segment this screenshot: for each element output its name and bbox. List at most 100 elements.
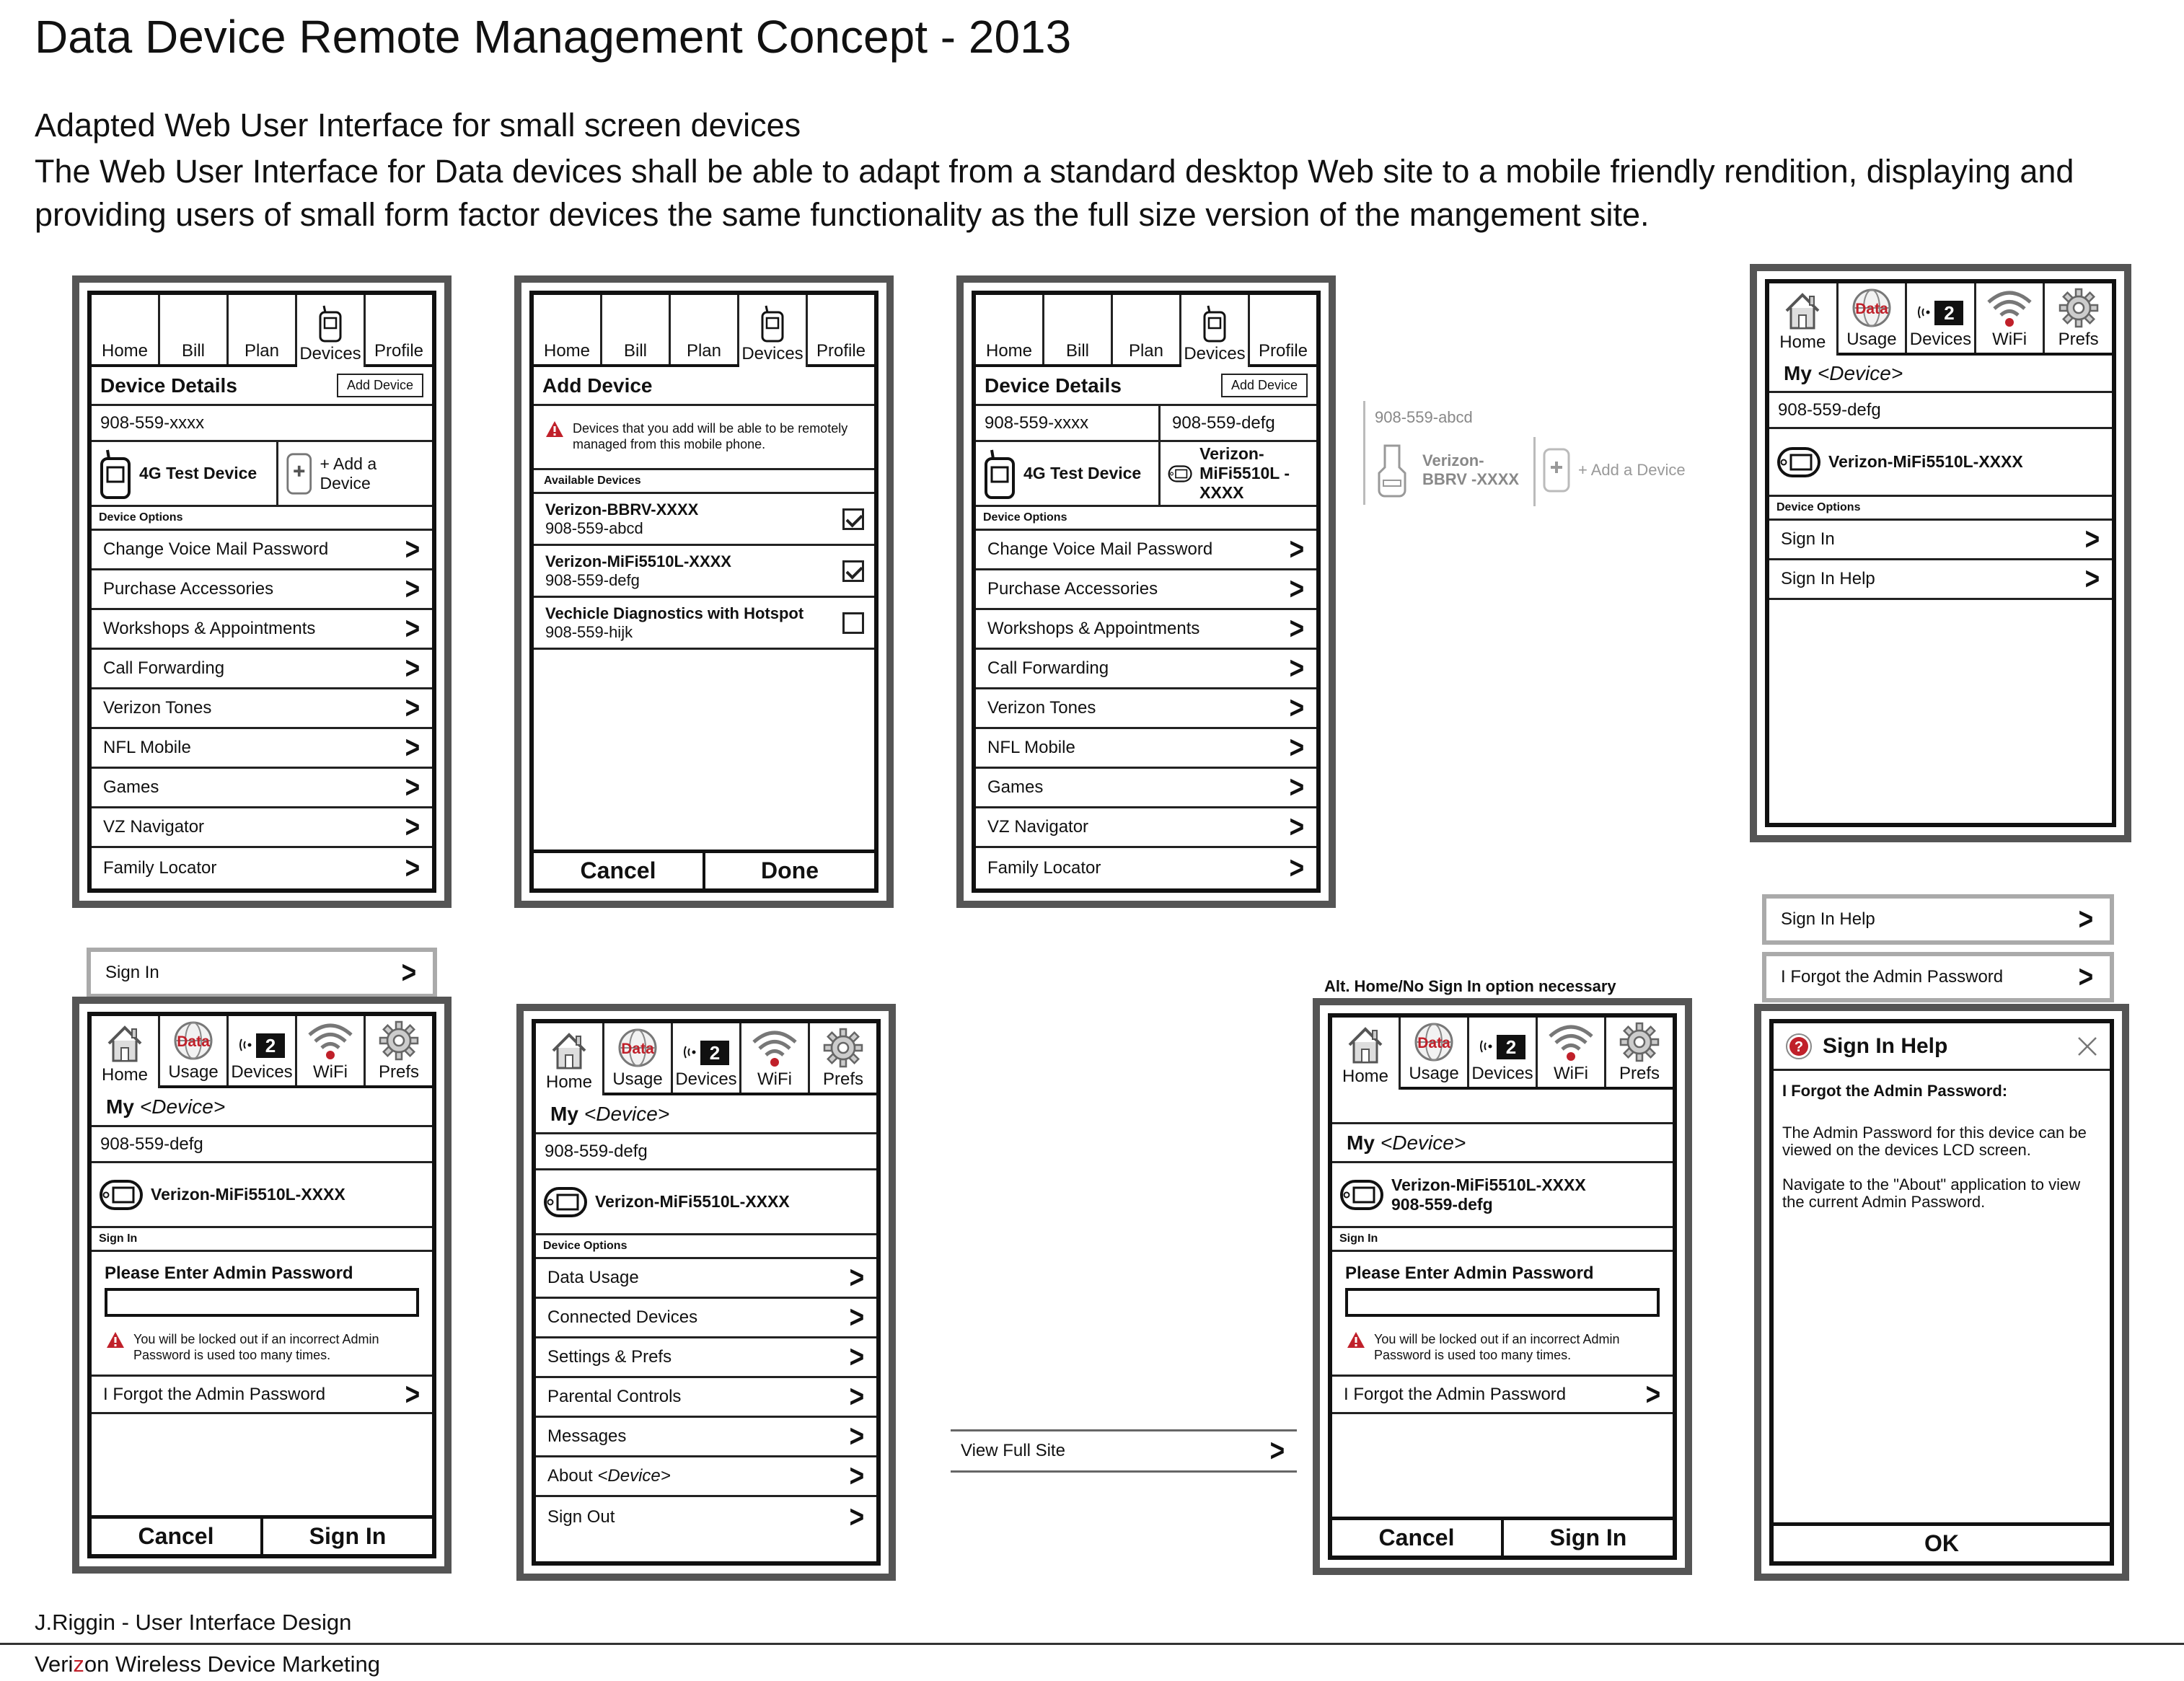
ok-button[interactable]: OK xyxy=(1774,1526,2110,1561)
tab-prefs[interactable]: Prefs xyxy=(366,1016,432,1085)
device-checkbox[interactable] xyxy=(842,560,864,582)
add-device-button[interactable]: Add Device xyxy=(1220,374,1308,397)
tab-label: Prefs xyxy=(822,1069,863,1089)
option-verizon-tones[interactable]: Verizon Tones > xyxy=(92,689,432,729)
tab-home[interactable]: Home xyxy=(534,295,602,364)
option-vz-navigator[interactable]: VZ Navigator > xyxy=(92,808,432,848)
tab-bill[interactable]: Bill xyxy=(160,295,229,364)
tab-wifi[interactable]: WiFi xyxy=(741,1023,810,1093)
tab-plan[interactable]: Plan xyxy=(1113,295,1181,364)
tab-usage[interactable]: Data Usage xyxy=(160,1016,229,1085)
option-connected-devices[interactable]: Connected Devices > xyxy=(536,1299,876,1338)
tab-home[interactable]: Home xyxy=(536,1023,604,1095)
tab-prefs[interactable]: Prefs xyxy=(810,1023,876,1093)
tab-plan[interactable]: Plan xyxy=(229,295,297,364)
tab-home[interactable]: Home xyxy=(976,295,1044,364)
add-device-link[interactable]: + Add a Device xyxy=(276,442,432,505)
option-nfl-mobile[interactable]: NFL Mobile > xyxy=(92,729,432,769)
tab-devices[interactable]: Devices xyxy=(739,295,808,367)
device-card[interactable]: 4G Test Device xyxy=(92,442,276,505)
cancel-button[interactable]: Cancel xyxy=(92,1519,260,1554)
option-sign-out[interactable]: Sign Out > xyxy=(536,1497,876,1537)
tab-home[interactable]: Home xyxy=(1332,1018,1401,1090)
extra-add-device-link[interactable]: + Add a Device xyxy=(1542,447,1686,493)
option-family-locator[interactable]: Family Locator > xyxy=(92,848,432,888)
sign-in-button[interactable]: Sign In xyxy=(260,1519,432,1554)
available-device-row[interactable]: Verizon-BBRV-XXXX 908-559-abcd xyxy=(534,494,874,546)
tab-wifi[interactable]: WiFi xyxy=(1538,1018,1606,1087)
cancel-button[interactable]: Cancel xyxy=(1332,1520,1501,1556)
tab-profile[interactable]: Profile xyxy=(366,295,432,364)
forgot-password-option[interactable]: I Forgot the Admin Password > xyxy=(1332,1375,1673,1414)
tab-prefs[interactable]: Prefs xyxy=(2045,283,2112,353)
tab-profile[interactable]: Profile xyxy=(808,295,874,364)
tab-devices[interactable]: 2 Devices xyxy=(673,1023,741,1093)
tab-devices[interactable]: 2 Devices xyxy=(229,1016,297,1085)
tab-plan[interactable]: Plan xyxy=(671,295,739,364)
option-settings-prefs[interactable]: Settings & Prefs > xyxy=(536,1338,876,1378)
option-games[interactable]: Games > xyxy=(976,769,1316,808)
option-change-voice-mail[interactable]: Change Voice Mail Password > xyxy=(976,531,1316,570)
tab-home[interactable]: Home xyxy=(92,1016,160,1088)
option-purchase-accessories[interactable]: Purchase Accessories > xyxy=(92,570,432,610)
tab-devices[interactable]: 2 Devices xyxy=(1907,283,1976,353)
tab-wifi[interactable]: WiFi xyxy=(297,1016,366,1085)
tab-usage[interactable]: Data Usage xyxy=(1401,1018,1469,1087)
my-label: My xyxy=(1784,361,1812,384)
tab-home[interactable]: Home xyxy=(92,295,160,364)
extra-device-card[interactable]: Verizon-BBRV -XXXX xyxy=(1375,443,1523,498)
option-workshops[interactable]: Workshops & Appointments > xyxy=(92,610,432,650)
option-nfl-mobile[interactable]: NFL Mobile > xyxy=(976,729,1316,769)
tab-wifi[interactable]: WiFi xyxy=(1976,283,2046,353)
close-icon[interactable] xyxy=(2077,1036,2098,1057)
tab-prefs[interactable]: Prefs xyxy=(1606,1018,1673,1087)
device-card[interactable]: 4G Test Device xyxy=(976,442,1161,505)
sign-in-row[interactable]: Sign In > xyxy=(87,948,437,998)
tab-devices[interactable]: Devices xyxy=(1181,295,1250,367)
option-change-voice-mail[interactable]: Change Voice Mail Password > xyxy=(92,531,432,570)
tab-usage[interactable]: Data Usage xyxy=(604,1023,673,1093)
gear-icon xyxy=(823,1028,863,1068)
add-device-button[interactable]: Add Device xyxy=(336,374,423,397)
option-vz-navigator[interactable]: VZ Navigator > xyxy=(976,808,1316,848)
tab-devices[interactable]: Devices xyxy=(297,295,366,367)
option-parental-controls[interactable]: Parental Controls > xyxy=(536,1378,876,1418)
device-name: Verizon-MiFi5510L-XXXX xyxy=(595,1192,790,1211)
sign-in-help-option[interactable]: Sign In Help > xyxy=(1769,560,2112,600)
device-checkbox[interactable] xyxy=(842,508,864,530)
view-full-site-row[interactable]: View Full Site > xyxy=(951,1429,1297,1473)
tab-devices[interactable]: 2 Devices xyxy=(1469,1018,1538,1087)
option-purchase-accessories[interactable]: Purchase Accessories > xyxy=(976,570,1316,610)
tab-bill[interactable]: Bill xyxy=(602,295,671,364)
option-about[interactable]: About <Device> > xyxy=(536,1457,876,1497)
option-family-locator[interactable]: Family Locator > xyxy=(976,848,1316,888)
tab-home[interactable]: Home xyxy=(1769,283,1839,356)
device-card[interactable]: Verizon-MiFi5510L-XXXX xyxy=(92,1163,353,1226)
device-card[interactable]: Verizon-MiFi5510L -XXXX xyxy=(1161,442,1316,505)
option-call-forwarding[interactable]: Call Forwarding > xyxy=(92,650,432,689)
password-input[interactable] xyxy=(1345,1288,1660,1317)
password-input[interactable] xyxy=(105,1288,419,1317)
device-checkbox[interactable] xyxy=(842,612,864,634)
forgot-password-row[interactable]: I Forgot the Admin Password > xyxy=(1762,952,2114,1002)
available-device-row[interactable]: Vechicle Diagnostics with Hotspot 908-559… xyxy=(534,598,874,650)
option-call-forwarding[interactable]: Call Forwarding > xyxy=(976,650,1316,689)
option-data-usage[interactable]: Data Usage > xyxy=(536,1259,876,1299)
cancel-button[interactable]: Cancel xyxy=(534,853,703,888)
sign-in-option[interactable]: Sign In > xyxy=(1769,521,2112,560)
sign-in-help-row[interactable]: Sign In Help > xyxy=(1762,894,2114,945)
tab-usage[interactable]: Data Usage xyxy=(1839,283,1908,353)
device-card[interactable]: Verizon-MiFi5510L-XXXX xyxy=(1769,429,2030,495)
option-verizon-tones[interactable]: Verizon Tones > xyxy=(976,689,1316,729)
tab-profile[interactable]: Profile xyxy=(1250,295,1316,364)
available-device-row[interactable]: Verizon-MiFi5510L-XXXX 908-559-defg xyxy=(534,546,874,598)
device-card[interactable]: Verizon-MiFi5510L-XXXX xyxy=(536,1170,797,1233)
option-messages[interactable]: Messages > xyxy=(536,1418,876,1457)
option-workshops[interactable]: Workshops & Appointments > xyxy=(976,610,1316,650)
sign-in-button[interactable]: Sign In xyxy=(1501,1520,1673,1556)
done-button[interactable]: Done xyxy=(703,853,874,888)
device-card[interactable]: Verizon-MiFi5510L-XXXX 908-559-defg xyxy=(1332,1163,1593,1226)
forgot-password-option[interactable]: I Forgot the Admin Password > xyxy=(92,1375,432,1414)
option-games[interactable]: Games > xyxy=(92,769,432,808)
tab-bill[interactable]: Bill xyxy=(1044,295,1113,364)
